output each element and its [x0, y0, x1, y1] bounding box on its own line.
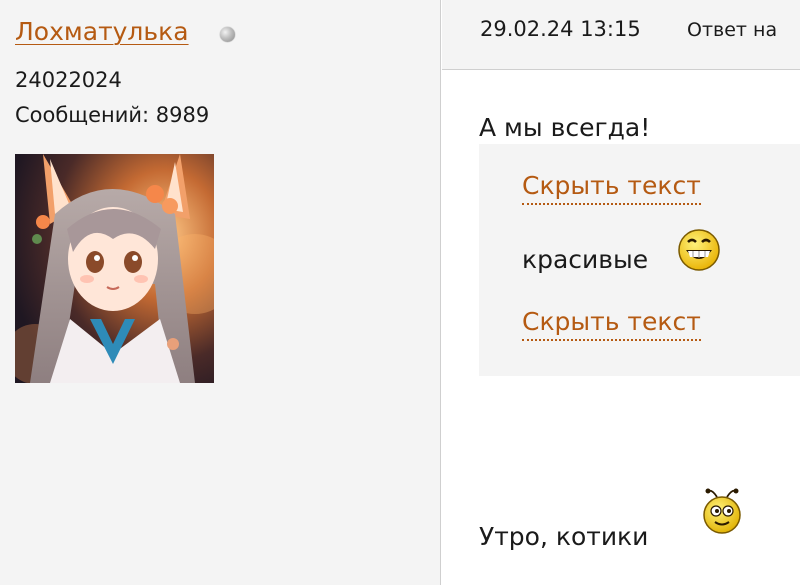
grin-smiley-icon: [678, 229, 720, 271]
user-sidebar: Лохматулька 24022024 Сообщений: 8989: [0, 0, 441, 585]
bee-smiley-icon: [703, 488, 741, 534]
post-body: А мы всегда! Скрыть текст красивые Скрыт…: [442, 70, 800, 585]
hide-text-toggle[interactable]: Скрыть текст: [522, 171, 701, 205]
user-message-count: Сообщений: 8989: [15, 103, 210, 127]
user-reg-date: 24022024: [15, 68, 122, 92]
offline-status-icon: [220, 27, 235, 42]
post-date: 29.02.24 13:15: [480, 17, 641, 41]
hide-text-toggle[interactable]: Скрыть текст: [522, 307, 701, 341]
avatar[interactable]: [15, 154, 214, 383]
spoiler-text: красивые: [522, 245, 649, 274]
username-link[interactable]: Лохматулька: [15, 17, 189, 46]
reply-link[interactable]: Ответ на: [687, 19, 777, 41]
post-header: 29.02.24 13:15 Ответ на: [442, 0, 800, 70]
post-text-line: А мы всегда!: [479, 113, 651, 142]
spoiler-box: Скрыть текст красивые Скрыть текст: [479, 144, 800, 376]
post-text-line: Утро, котики: [479, 522, 649, 551]
